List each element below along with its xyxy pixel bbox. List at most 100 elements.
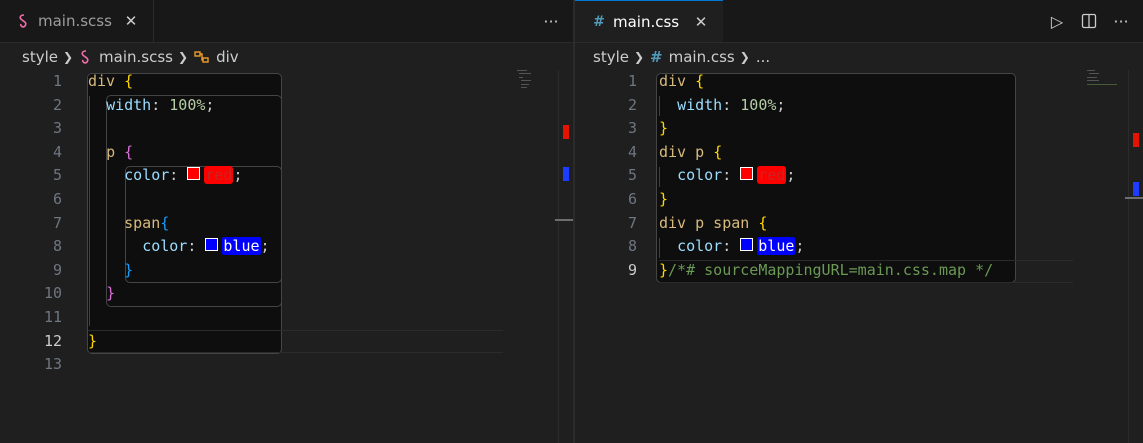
breadcrumb-symbol[interactable]: ... — [756, 48, 770, 66]
line-number: 13 — [43, 355, 62, 374]
more-actions-icon[interactable]: ··· — [539, 9, 563, 33]
line-number: 3 — [52, 119, 62, 138]
run-icon[interactable]: ▷ — [1045, 9, 1069, 33]
selector: div p span — [659, 213, 750, 232]
chevron-right-icon: ❯ — [633, 50, 645, 64]
selector: div p — [659, 142, 705, 161]
breadcrumb-file[interactable]: main.css — [669, 48, 735, 66]
breadcrumb-file[interactable]: main.scss — [99, 48, 173, 66]
code-line: div { — [88, 70, 573, 94]
scroll-position-indicator — [1125, 197, 1143, 199]
brace: { — [160, 213, 170, 232]
split-editor-icon[interactable] — [1077, 9, 1101, 33]
property: color — [124, 166, 170, 185]
brace: } — [124, 260, 134, 279]
line-number: 7 — [627, 213, 637, 232]
overview-ruler-blue-mark — [563, 167, 569, 181]
value: 100% — [740, 95, 777, 114]
vertical-scrollbar[interactable] — [558, 70, 573, 443]
brace: } — [88, 331, 98, 350]
line-number: 4 — [52, 142, 62, 161]
code-line: width: 100%; — [677, 95, 786, 114]
code-lines[interactable]: div { width: 100%; p { color: red; span{… — [88, 70, 573, 377]
line-number-active: 9 — [627, 260, 637, 279]
line-number: 1 — [52, 72, 62, 90]
code-line: span{ — [88, 212, 573, 236]
line-number-active: 12 — [43, 331, 62, 350]
value: red — [757, 166, 787, 185]
right-editor-actions: ▷ ··· — [1045, 0, 1133, 42]
value: red — [204, 166, 234, 185]
property: color — [677, 166, 723, 185]
brace: { — [713, 142, 723, 161]
property: width — [677, 95, 723, 114]
color-swatch-red[interactable] — [187, 167, 201, 181]
tab-label: main.scss — [38, 12, 112, 30]
symbol-class-icon — [194, 50, 210, 64]
brace: } — [659, 189, 669, 208]
code-line: } — [659, 188, 1143, 212]
tab-label: main.css — [613, 12, 680, 31]
line-number: 6 — [52, 189, 62, 208]
sass-icon — [79, 50, 93, 64]
breadcrumb: style ❯ main.scss ❯ div — [0, 42, 573, 72]
code-line: width: 100%; — [106, 95, 215, 114]
code-line: div p { — [659, 141, 1143, 165]
breadcrumb: style ❯ # main.css ❯ ... — [575, 42, 1143, 72]
vertical-scrollbar[interactable] — [1128, 70, 1143, 443]
breadcrumb-folder[interactable]: style — [593, 48, 629, 66]
line-number: 10 — [43, 284, 62, 303]
code-line: color: blue; — [677, 237, 805, 256]
line-number-gutter: 1 2 3 4 5 6 7 8 9 — [575, 70, 637, 282]
close-icon[interactable]: ✕ — [121, 11, 141, 31]
line-number: 4 — [627, 142, 637, 161]
brace: { — [758, 213, 768, 232]
tab-main-scss[interactable]: main.scss ✕ — [0, 0, 154, 42]
sass-icon — [16, 13, 32, 29]
chevron-right-icon: ❯ — [62, 50, 74, 64]
more-actions-icon[interactable]: ··· — [1109, 9, 1133, 33]
code-lines[interactable]: div { width: 100%; } div p { color: red;… — [659, 70, 1143, 282]
scroll-position-indicator — [555, 219, 573, 221]
color-swatch-blue[interactable] — [740, 238, 754, 252]
code-line: } — [88, 282, 573, 306]
selector: div — [659, 72, 687, 90]
code-editor[interactable]: 1 2 3 4 5 6 7 8 9 div { width: 100%; } d… — [575, 70, 1143, 443]
code-line: } — [659, 117, 1143, 141]
right-tab-bar: # main.css ✕ ▷ ··· — [575, 0, 1143, 43]
value: blue — [757, 237, 796, 256]
selector: span — [124, 213, 161, 232]
overview-ruler-red-mark — [1133, 133, 1139, 147]
line-number: 2 — [52, 95, 62, 114]
line-number: 2 — [627, 95, 637, 114]
chevron-right-icon: ❯ — [739, 50, 750, 64]
code-editor[interactable]: 1 2 3 4 5 6 7 8 9 10 11 12 13 div { widt… — [0, 70, 573, 443]
chevron-right-icon: ❯ — [178, 50, 189, 64]
code-line: div p span { — [659, 212, 1143, 236]
line-number: 5 — [627, 166, 637, 185]
value: blue — [222, 237, 261, 256]
line-number-gutter: 1 2 3 4 5 6 7 8 9 10 11 12 13 — [0, 70, 62, 377]
code-line: color: red; — [124, 166, 243, 185]
color-swatch-blue[interactable] — [205, 238, 219, 252]
line-number: 11 — [43, 307, 62, 326]
code-line: div { — [659, 70, 1143, 94]
right-editor-group: # main.css ✕ ▷ ··· style ❯ # main.css ❯ … — [575, 0, 1143, 443]
property: color — [677, 237, 723, 256]
code-line: p { — [88, 141, 573, 165]
breadcrumb-symbol[interactable]: div — [216, 48, 239, 66]
property: color — [142, 237, 188, 256]
color-swatch-red[interactable] — [740, 167, 754, 181]
close-icon[interactable]: ✕ — [691, 12, 711, 32]
tab-main-css[interactable]: # main.css ✕ — [575, 0, 723, 42]
code-line: } — [88, 259, 573, 283]
breadcrumb-folder[interactable]: style — [22, 48, 58, 66]
value: 100% — [169, 95, 206, 114]
code-line: } — [88, 330, 573, 354]
line-number: 9 — [52, 260, 62, 279]
line-number: 7 — [52, 213, 62, 232]
